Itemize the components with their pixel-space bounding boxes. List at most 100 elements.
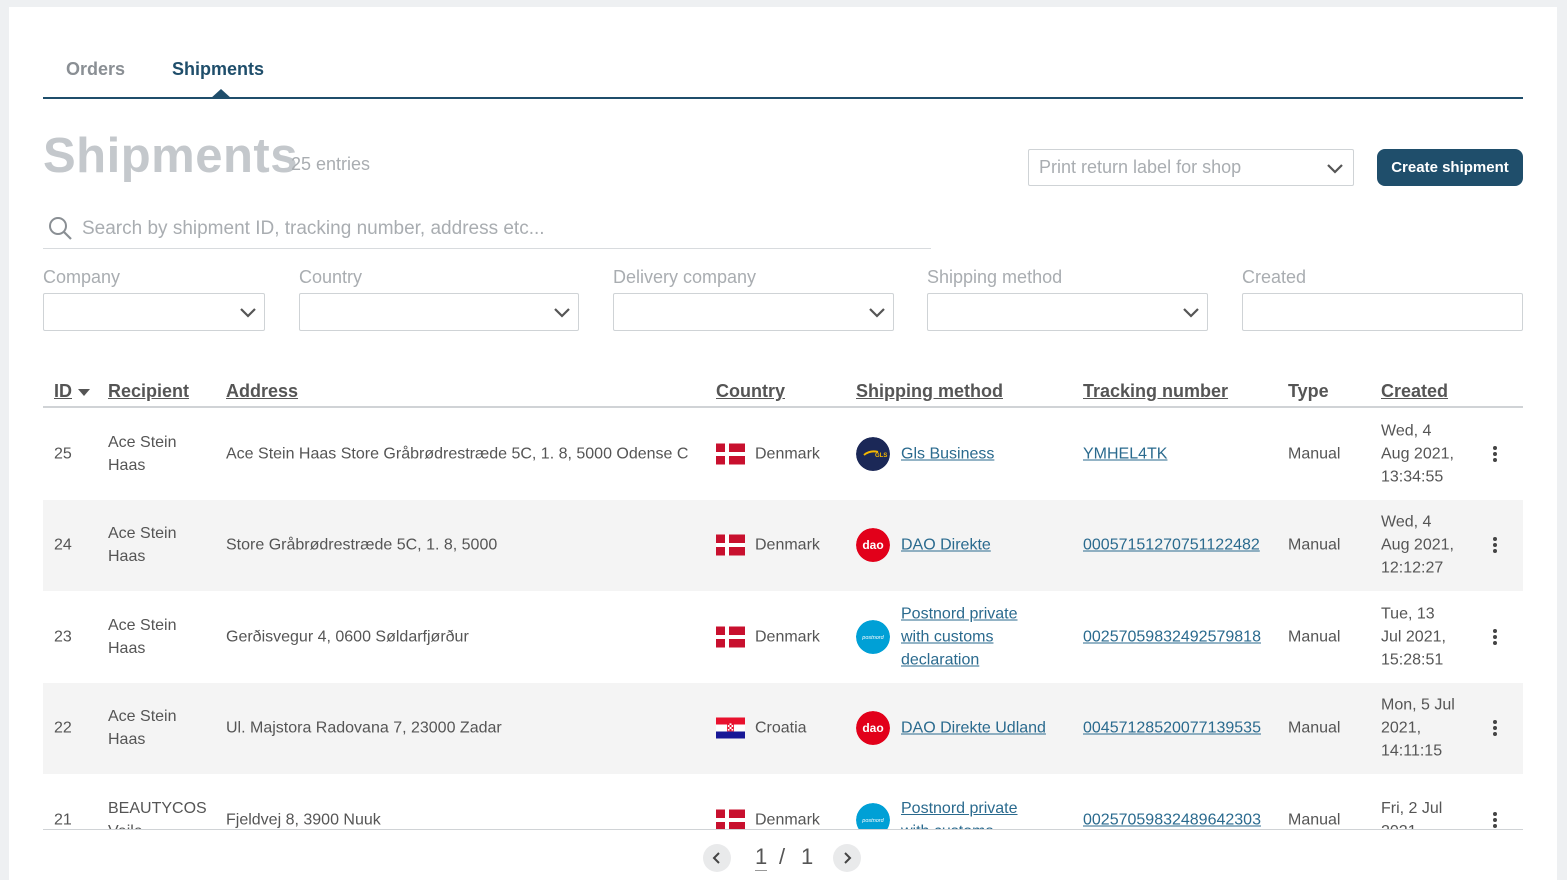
table-row[interactable]: 25 Ace Stein Haas Ace Stein Haas Store Gråb… [43,408,1523,499]
column-header-country[interactable]: Country [716,381,785,402]
cell-address: Ul. Majstora Radovana 7, 23000 Zadar [226,719,502,737]
print-return-label-select[interactable]: Print return label for shop [1028,149,1354,186]
sort-desc-icon [78,388,90,396]
column-header-tracking-number[interactable]: Tracking number [1083,381,1228,402]
cell-created: Tue, 13 Jul 2021, 15:28:51 [1381,602,1471,671]
more-options-icon[interactable] [1487,444,1503,464]
cell-type: Manual [1288,628,1341,645]
column-header-created[interactable]: Created [1381,381,1448,402]
pagination: 1 / 1 [703,844,873,874]
column-header-type: Type [1288,381,1329,401]
text-line: Haas [108,731,146,748]
more-options-icon[interactable] [1487,627,1503,647]
previous-page-button[interactable] [703,844,731,872]
tracking-number-link[interactable]: 00057151270751122482 [1083,534,1260,557]
more-options-icon[interactable] [1487,718,1503,738]
shipping-method-link[interactable]: Gls Business [901,442,1071,465]
cell-address: Fjeldvej 8, 3900 Nuuk [226,811,381,828]
text-line: with customs [901,820,1071,830]
text-line: Postnord private [901,605,1018,622]
filter-country-select[interactable] [299,293,579,331]
dao-logo: dao [856,711,890,745]
text-line: Tue, 13 [1381,605,1435,622]
dao-logo: dao [856,528,890,562]
search-icon [49,217,72,240]
shipments-table-body: 25 Ace Stein Haas Ace Stein Haas Store Gråb… [43,408,1523,830]
tracking-number-link[interactable]: 00257059832492579818 [1083,625,1261,648]
cell-type: Manual [1288,536,1341,554]
filter-company-label: Company [43,267,121,287]
cell-type: Manual [1288,811,1341,828]
cell-address: Store Gråbrødrestræde 5C, 1. 8, 5000 [226,536,498,554]
column-header-address[interactable]: Address [226,381,298,402]
cell-recipient: BEAUTYCOS Vejle [108,797,218,830]
column-header-shipping-method[interactable]: Shipping method [856,381,1003,402]
tracking-number-link[interactable]: 00257059832489642303 [1083,808,1261,829]
dk-flag-icon [716,809,745,829]
text-line: Mon, 5 Jul [1381,696,1455,714]
shipments-page: Orders Shipments Shipments 25 entries Pr… [9,7,1557,880]
filter-shipping-method-label: Shipping method [927,267,1063,287]
cell-id: 25 [54,445,72,462]
filter-created-input[interactable] [1242,293,1523,331]
column-header-recipient[interactable]: Recipient [108,381,189,402]
hr-flag-icon [716,717,745,739]
cell-created: Wed, 4 Aug 2021, 12:12:27 [1381,511,1471,580]
current-page[interactable]: 1 [755,844,768,871]
filter-shipping-method-select[interactable] [927,293,1208,331]
more-options-icon[interactable] [1487,535,1503,555]
shipping-method-link[interactable]: Postnord private with customs [901,797,1071,830]
cell-country: Denmark [755,811,820,828]
print-return-label-placeholder: Print return label for shop [1039,157,1242,177]
next-page-button[interactable] [833,844,861,872]
text-line: Haas [108,456,146,474]
total-pages: 1 [801,844,814,869]
shipping-method-link[interactable]: DAO Direkte [901,534,1071,557]
cell-id: 22 [54,719,72,737]
table-row[interactable]: 24 Ace Stein Haas Store Gråbrødrestræde 5C,… [43,499,1523,591]
filter-company-select[interactable] [43,293,265,331]
text-line: 2021, [1381,820,1471,830]
postnord-logo: postnord [856,619,890,654]
filter-delivery-company-label: Delivery company [613,267,757,287]
text-line: Ace Stein [108,433,177,451]
chevron-down-icon [869,308,885,318]
cell-address: Ace Stein Haas Store Gråbrødrestræde 5C,… [226,445,689,462]
search-input[interactable] [82,215,922,243]
page-title: Shipments [43,129,298,183]
dk-flag-icon [716,626,745,647]
cell-created: Mon, 5 Jul 2021, 14:11:15 [1381,694,1471,763]
more-options-icon[interactable] [1487,810,1503,830]
text-line: DAO Direkte [901,536,991,554]
text-line: Haas [108,639,146,657]
column-header-id[interactable]: ID [54,381,90,402]
table-row[interactable]: 22 Ace Stein Haas Ul. Majstora Radovana 7, … [43,682,1523,774]
text-line: Postnord private [901,799,1018,817]
shipping-method-link[interactable]: DAO Direkte Udland [901,717,1071,740]
text-line: 14:11:15 [1381,742,1443,760]
text-line: Fri, 2 Jul [1381,799,1443,817]
gls-logo-text: GLS [875,453,887,459]
postnord-logo-text: postnord [861,818,884,824]
filter-delivery-company-select[interactable] [613,293,894,331]
table-row[interactable]: 21 BEAUTYCOS Vejle Fjeldvej 8, 3900 Nuuk Den… [43,774,1523,830]
shipping-method-link[interactable]: Postnord private with customs declaration [901,602,1071,671]
cell-recipient: Ace Stein Haas [108,431,218,477]
dao-logo-text: dao [862,538,883,552]
cell-country: Denmark [755,628,820,645]
entries-count: 25 entries [291,154,371,174]
create-shipment-button[interactable]: Create shipment [1377,149,1523,186]
table-row[interactable]: 23 Ace Stein Haas Gerðisvegur 4, 0600 Sølda… [43,591,1523,682]
column-header-id-label: ID [54,381,72,401]
tracking-number-link[interactable]: YMHEL4TK [1083,442,1167,465]
text-line: Vejle [108,820,218,830]
text-line: Aug 2021, [1381,445,1454,462]
text-line: BEAUTYCOS [108,799,207,817]
postnord-logo: postnord [856,802,890,829]
search-bar [43,212,931,249]
tracking-number-link[interactable]: 00457128520077139535 [1083,717,1261,740]
tab-shipments[interactable]: Shipments [172,59,264,80]
text-line: 12:12:27 [1381,559,1444,577]
page-separator: / [779,844,786,869]
tab-orders[interactable]: Orders [66,59,125,80]
